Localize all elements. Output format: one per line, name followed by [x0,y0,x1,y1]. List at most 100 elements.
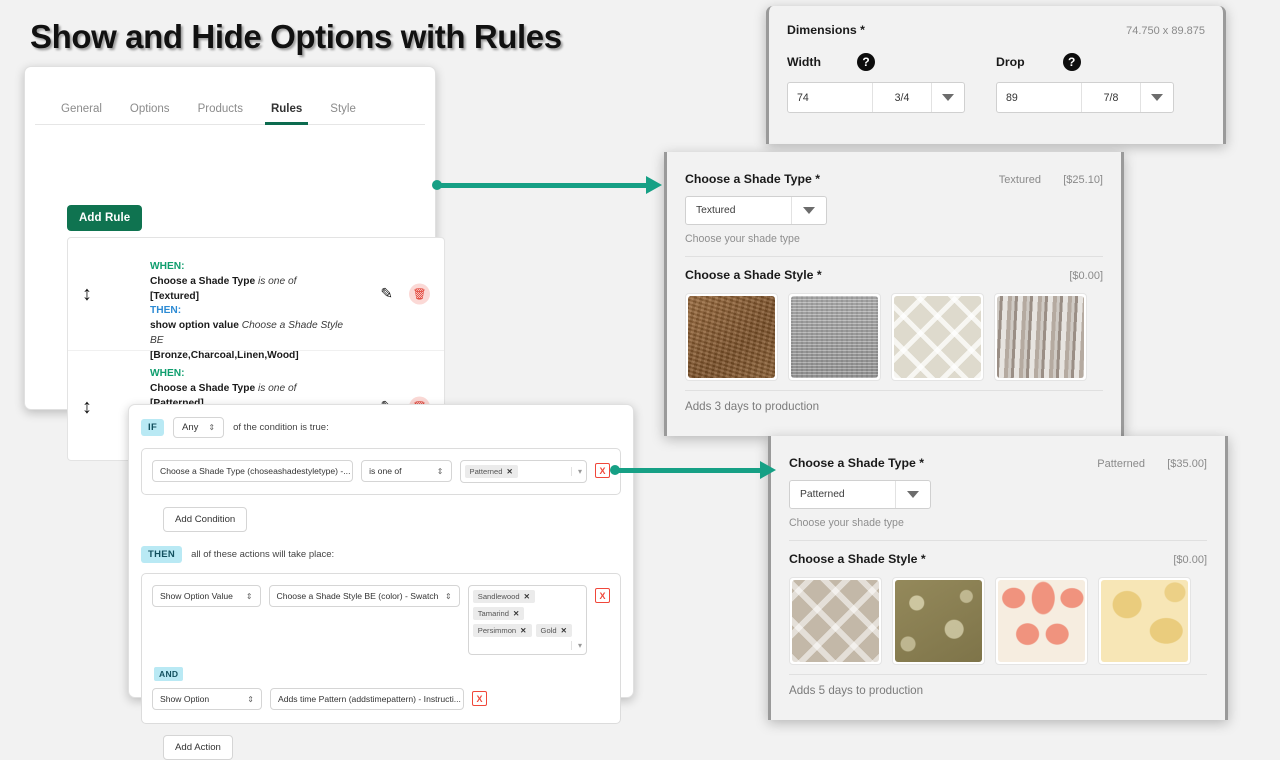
when-operator: is one of [257,275,297,287]
swatch-linen[interactable] [891,293,984,381]
condition-operator-value: is one of [369,466,402,476]
then-action: show option value [150,320,239,332]
dimensions-title: Dimensions * [787,23,865,37]
then-label: THEN: [150,305,182,317]
add-action-button[interactable]: Add Action [163,735,233,760]
chevron-down-icon[interactable] [896,491,930,498]
chevron-down-icon[interactable]: ▾ [570,467,582,476]
width-fraction-select[interactable]: 3/4 [873,83,931,112]
tag-item[interactable]: Persimmon ✕ [472,624,532,637]
shade-type-select-value: Textured [696,205,736,216]
question-mark-icon[interactable]: ? [857,53,876,71]
action-target-select[interactable]: Adds time Pattern (addstimepattern) - In… [270,688,464,710]
delete-action-button[interactable]: X [472,691,487,706]
shade-style-price: [$0.00] [1069,270,1103,282]
shade-style-price: [$0.00] [1173,554,1207,566]
when-option: Choose a Shade Type [150,382,256,394]
if-caption: of the condition is true: [233,422,329,433]
condition-row: Choose a Shade Type (choseashadestyletyp… [152,460,610,483]
add-condition-button[interactable]: Add Condition [163,507,248,532]
tab-products[interactable]: Products [198,103,243,124]
chevron-down-icon[interactable] [792,207,826,214]
tag-remove-icon[interactable]: ✕ [524,592,530,601]
drag-vertical-icon[interactable]: ↕ [82,284,92,304]
shade-type-select[interactable]: Textured [685,196,827,225]
tag-label: Sandlewood [477,592,520,601]
tag-label: Gold [540,626,557,635]
condition-option-select[interactable]: Choose a Shade Type (choseashadestyletyp… [152,460,354,482]
updown-caret-icon: ⇕ [208,423,216,432]
patterned-preview-panel: Choose a Shade Type * Patterned [$35.00]… [768,436,1228,720]
action-type-value: Show Option [160,694,210,704]
swatch-charcoal[interactable] [788,293,881,381]
action-values-tagbox[interactable]: Sandlewood ✕ Tamarind ✕ Persimmon ✕ Gold… [467,585,588,655]
tab-rules[interactable]: Rules [264,103,309,125]
tag-item[interactable]: Gold ✕ [535,624,572,637]
tab-options[interactable]: Options [130,103,170,124]
action-target-value: Choose a Shade Style BE (color) - Swatch [276,591,439,601]
tag-remove-icon[interactable]: ✕ [520,626,526,635]
rule-actions: ✎ 🗑 [380,283,430,305]
shade-style-swatches [789,577,1207,665]
admin-tabs: General Options Products Rules Style [35,67,425,125]
width-whole-input[interactable]: 74 [788,83,872,112]
drag-vertical-icon[interactable]: ↕ [82,397,92,417]
updown-caret-icon: ⇕ [245,591,253,601]
match-mode-select[interactable]: Any ⇕ [173,417,225,438]
tag-item[interactable]: Patterned ✕ [464,465,518,478]
when-option: Choose a Shade Type [150,275,256,287]
torn-edge-top [771,436,1225,449]
tag-remove-icon[interactable]: ✕ [513,609,519,618]
tab-style[interactable]: Style [330,103,356,124]
drop-fraction-caret-icon[interactable] [1141,83,1173,112]
swatch-sandlewood[interactable] [789,577,882,665]
action-type-select[interactable]: Show Option Value ⇕ [152,585,261,607]
tag-item[interactable]: Sandlewood ✕ [472,590,535,603]
tab-general[interactable]: General [61,103,102,124]
shade-type-value: Patterned [1097,458,1145,470]
action-type-select[interactable]: Show Option ⇕ [152,688,262,710]
textured-preview-panel: Choose a Shade Type * Textured [$25.10] … [664,152,1124,436]
shade-type-header: Choose a Shade Type * Patterned [$35.00] [789,456,1207,470]
action-type-value: Show Option Value [160,591,233,601]
swatch-wood[interactable] [994,293,1087,381]
condition-values-tagbox[interactable]: Patterned ✕ ▾ [459,460,587,483]
condition-operator-select[interactable]: is one of ⇕ [361,460,452,482]
tag-remove-icon[interactable]: ✕ [561,626,567,635]
drop-fraction-select[interactable]: 7/8 [1082,83,1140,112]
width-fraction-caret-icon[interactable] [932,83,964,112]
pencil-icon[interactable]: ✎ [380,287,393,302]
chevron-down-icon[interactable]: ▾ [571,641,582,650]
if-row: IF Any ⇕ of the condition is true: [129,405,633,438]
production-note: Adds 5 days to production [789,674,1207,697]
condition-option-value: Choose a Shade Type (choseashadestyletyp… [160,466,351,476]
swatch-gold[interactable] [1098,577,1191,665]
drop-label: Drop [996,55,1025,69]
delete-condition-button[interactable]: X [595,463,610,478]
action-row: Show Option ⇕ Adds time Pattern (addstim… [152,688,610,710]
torn-edge-top [667,152,1121,165]
actions-group: Show Option Value ⇕ Choose a Shade Style… [141,573,621,724]
then-caption: all of these actions will take place: [191,549,335,560]
action-target-select[interactable]: Choose a Shade Style BE (color) - Swatch… [268,585,460,607]
swatch-tamarind[interactable] [892,577,985,665]
add-rule-button[interactable]: Add Rule [67,205,143,231]
shade-style-label: Choose a Shade Style * [685,268,822,282]
dimensions-header: Dimensions * 74.750 x 89.875 [787,23,1205,37]
delete-action-button[interactable]: X [595,588,611,603]
swatch-bronze[interactable] [685,293,778,381]
drop-whole-input[interactable]: 89 [997,83,1081,112]
tag-remove-icon[interactable]: ✕ [506,467,512,476]
rule-summary: WHEN: Choose a Shade Type is one of [Tex… [150,250,348,363]
swatch-persimmon[interactable] [995,577,1088,665]
shade-type-select[interactable]: Patterned [789,480,931,509]
trash-icon[interactable]: 🗑 [409,283,430,305]
tag-label: Tamarind [477,609,509,618]
tag-item[interactable]: Tamarind ✕ [472,607,525,620]
page-title: Show and Hide Options with Rules [30,18,562,55]
torn-edge-bottom [769,131,1223,144]
question-mark-icon[interactable]: ? [1062,53,1081,71]
shade-type-select-value: Patterned [800,489,845,500]
admin-rules-card: General Options Products Rules Style Add… [24,66,445,461]
shade-style-swatches [685,293,1103,381]
